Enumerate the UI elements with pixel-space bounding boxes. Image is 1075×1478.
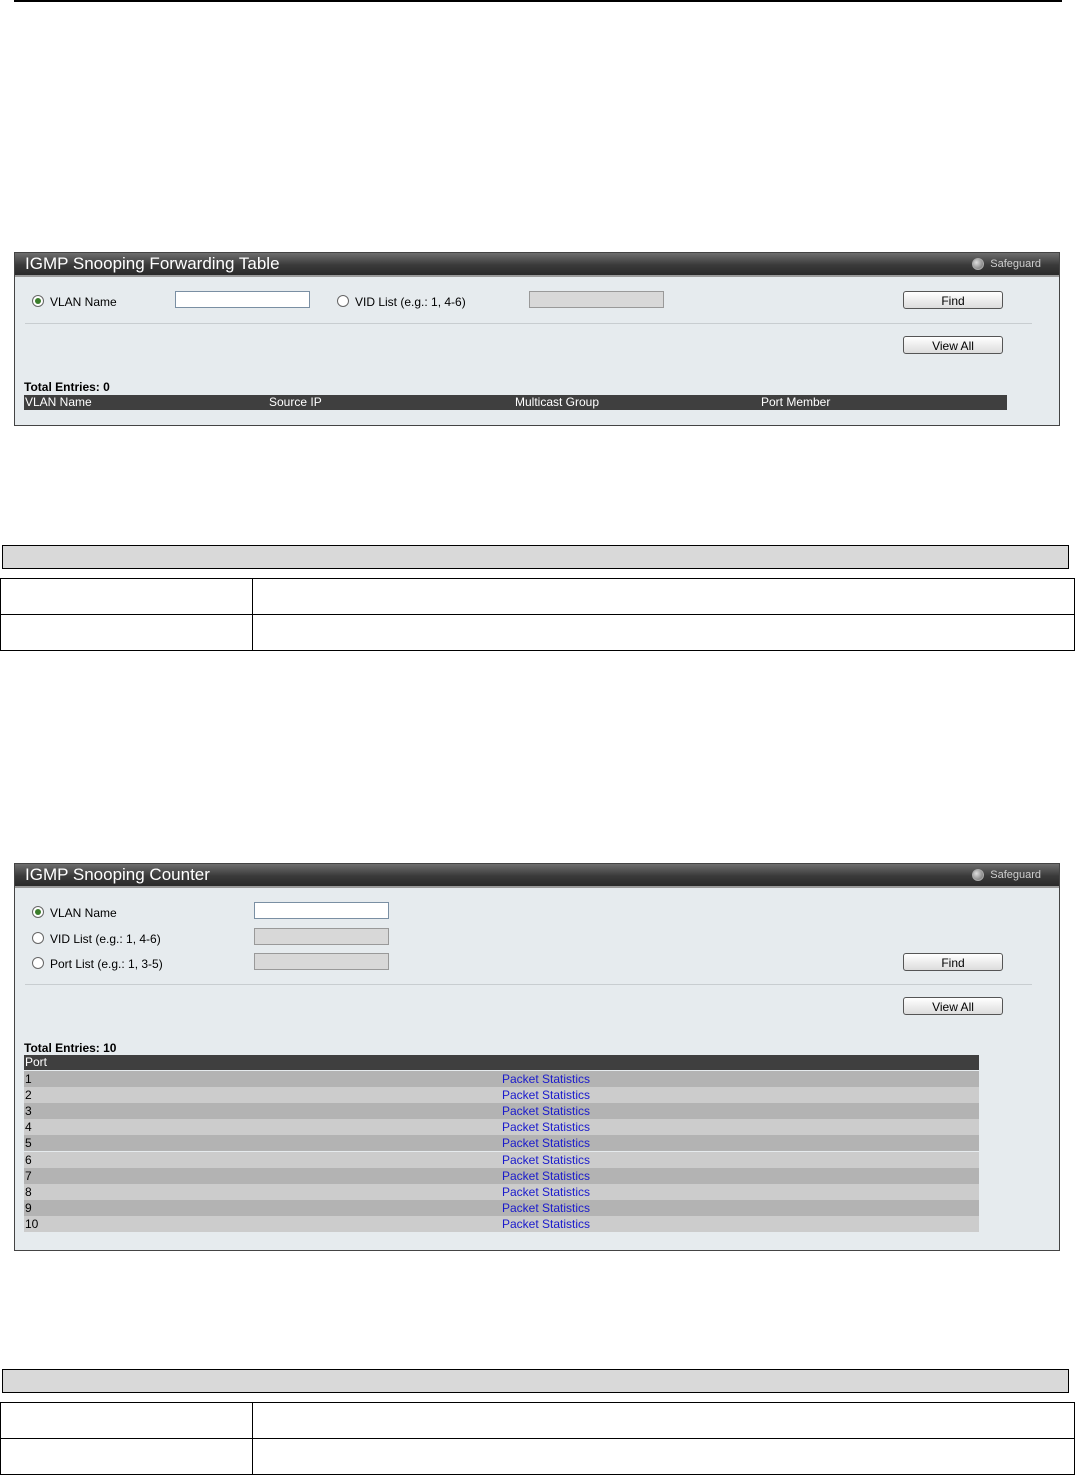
safeguard-icon xyxy=(972,258,985,270)
description-table-row xyxy=(0,1438,1075,1475)
table-row: 4 Packet Statistics xyxy=(24,1119,979,1135)
port-number: 4 xyxy=(25,1120,32,1134)
cell-divider xyxy=(252,1439,253,1474)
table-header: VLAN Name Source IP Multicast Group Port… xyxy=(24,395,1007,410)
table-header: Port xyxy=(24,1055,979,1070)
port-list-input[interactable] xyxy=(254,953,389,970)
vid-list-label: VID List (e.g.: 1, 4-6) xyxy=(355,295,466,309)
port-number: 3 xyxy=(25,1104,32,1118)
vid-list-radio[interactable] xyxy=(337,295,349,307)
table-row: 10 Packet Statistics xyxy=(24,1216,979,1232)
vlan-name-radio[interactable] xyxy=(32,906,44,918)
table-row: 9 Packet Statistics xyxy=(24,1200,979,1216)
port-list-label: Port List (e.g.: 1, 3-5) xyxy=(50,957,163,971)
column-source-ip: Source IP xyxy=(269,395,322,409)
vid-list-label: VID List (e.g.: 1, 4-6) xyxy=(50,932,161,946)
safeguard-indicator[interactable]: Safeguard xyxy=(972,258,1041,270)
cell-divider xyxy=(252,1403,253,1438)
port-number: 6 xyxy=(25,1153,32,1167)
packet-statistics-link[interactable]: Packet Statistics xyxy=(502,1103,590,1119)
vlan-name-label: VLAN Name xyxy=(50,906,117,920)
divider xyxy=(25,323,1032,324)
packet-statistics-link[interactable]: Packet Statistics xyxy=(502,1152,590,1168)
top-rule xyxy=(14,0,1062,2)
vid-list-radio[interactable] xyxy=(32,932,44,944)
view-all-button[interactable]: View All xyxy=(903,336,1003,354)
total-entries: Total Entries: 0 xyxy=(24,380,110,394)
column-multicast-group: Multicast Group xyxy=(515,395,600,409)
vlan-name-radio[interactable] xyxy=(32,295,44,307)
cell-divider xyxy=(252,615,253,650)
panel-header: IGMP Snooping Counter Safeguard xyxy=(15,864,1059,888)
vlan-name-input[interactable] xyxy=(254,902,389,919)
packet-statistics-link[interactable]: Packet Statistics xyxy=(502,1184,590,1200)
port-number: 8 xyxy=(25,1185,32,1199)
igmp-forwarding-panel: IGMP Snooping Forwarding Table Safeguard… xyxy=(14,252,1060,426)
packet-statistics-link[interactable]: Packet Statistics xyxy=(502,1168,590,1184)
table-row: 6 Packet Statistics xyxy=(24,1152,979,1168)
page-title: IGMP Snooping Counter xyxy=(25,865,210,884)
port-number: 1 xyxy=(25,1072,32,1086)
description-table-row xyxy=(0,1402,1075,1439)
divider xyxy=(25,984,1032,985)
table-row: 7 Packet Statistics xyxy=(24,1168,979,1184)
port-number: 2 xyxy=(25,1088,32,1102)
igmp-counter-panel: IGMP Snooping Counter Safeguard VLAN Nam… xyxy=(14,863,1060,1251)
cell-divider xyxy=(252,579,253,614)
packet-statistics-link[interactable]: Packet Statistics xyxy=(502,1087,590,1103)
view-all-button[interactable]: View All xyxy=(903,997,1003,1015)
description-table-header xyxy=(2,545,1069,569)
find-button[interactable]: Find xyxy=(903,953,1003,971)
port-number: 9 xyxy=(25,1201,32,1215)
safeguard-indicator[interactable]: Safeguard xyxy=(972,869,1041,881)
port-number: 10 xyxy=(25,1217,39,1231)
description-table-row xyxy=(0,614,1075,651)
table-row: 2 Packet Statistics xyxy=(24,1087,979,1103)
port-number: 5 xyxy=(25,1136,32,1150)
page-title: IGMP Snooping Forwarding Table xyxy=(25,254,280,273)
column-port: Port xyxy=(25,1055,48,1069)
vid-list-input[interactable] xyxy=(529,291,664,308)
port-number: 7 xyxy=(25,1169,32,1183)
safeguard-label: Safeguard xyxy=(990,869,1041,881)
packet-statistics-link[interactable]: Packet Statistics xyxy=(502,1200,590,1216)
description-table-row xyxy=(0,578,1075,615)
vlan-name-label: VLAN Name xyxy=(50,295,117,309)
table-row: 5 Packet Statistics xyxy=(24,1135,979,1151)
column-vlan-name: VLAN Name xyxy=(25,395,92,409)
vid-list-input[interactable] xyxy=(254,928,389,945)
table-row: 3 Packet Statistics xyxy=(24,1103,979,1119)
packet-statistics-link[interactable]: Packet Statistics xyxy=(502,1071,590,1087)
description-table-header xyxy=(2,1369,1069,1393)
safeguard-icon xyxy=(972,869,985,881)
column-port-member: Port Member xyxy=(761,395,831,409)
packet-statistics-link[interactable]: Packet Statistics xyxy=(502,1119,590,1135)
vlan-name-input[interactable] xyxy=(175,291,310,308)
find-button[interactable]: Find xyxy=(903,291,1003,309)
port-list-radio[interactable] xyxy=(32,957,44,969)
packet-statistics-link[interactable]: Packet Statistics xyxy=(502,1135,590,1151)
table-row: 1 Packet Statistics xyxy=(24,1071,979,1087)
packet-statistics-link[interactable]: Packet Statistics xyxy=(502,1216,590,1232)
panel-header: IGMP Snooping Forwarding Table Safeguard xyxy=(15,253,1059,277)
table-row: 8 Packet Statistics xyxy=(24,1184,979,1200)
total-entries: Total Entries: 10 xyxy=(24,1041,117,1055)
safeguard-label: Safeguard xyxy=(990,258,1041,270)
